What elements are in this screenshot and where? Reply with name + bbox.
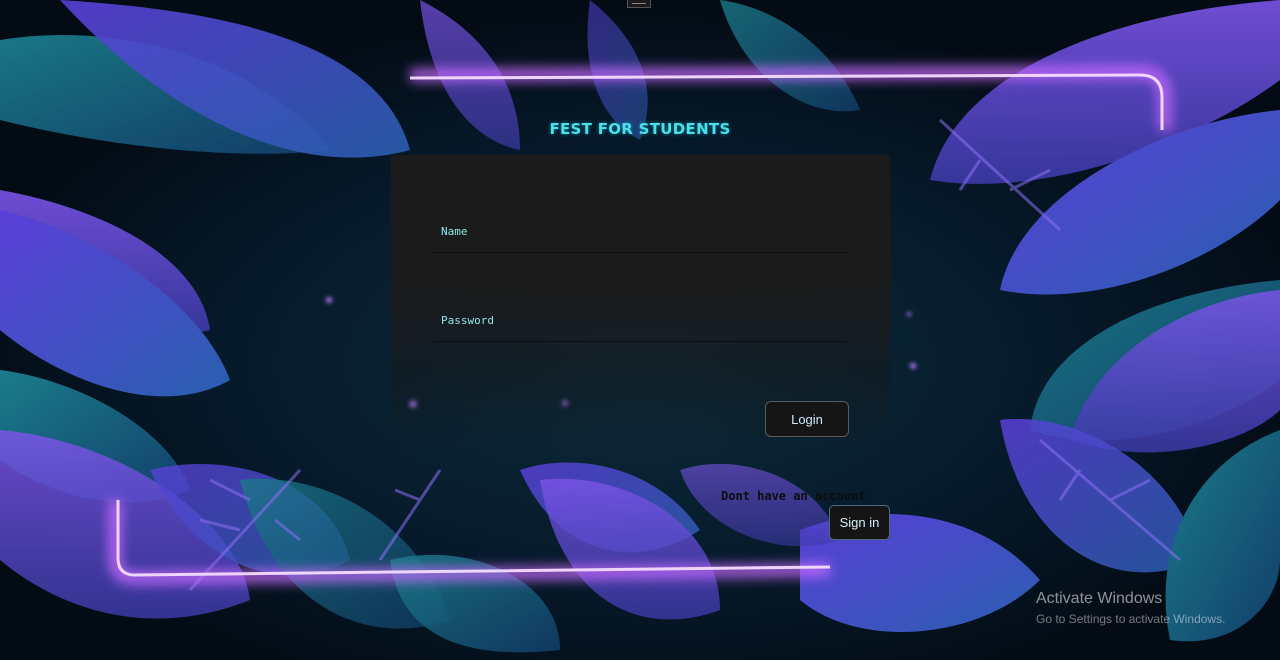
top-drag-handle[interactable] <box>627 0 651 8</box>
name-field-label: Name <box>441 225 468 238</box>
sign-in-button[interactable]: Sign in <box>829 505 890 540</box>
password-field[interactable]: Password <box>433 304 847 342</box>
login-button[interactable]: Login <box>765 401 849 437</box>
signup-prompt-text: Dont have an account <box>721 489 866 503</box>
app-title: FEST FOR STUDENTS <box>549 120 731 138</box>
activate-windows-title: Activate Windows <box>1036 590 1163 607</box>
login-card: Name Password Login <box>391 155 890 450</box>
password-field-label: Password <box>441 314 494 327</box>
activate-windows-subtitle: Go to Settings to activate Windows. <box>1036 612 1226 626</box>
name-field[interactable]: Name <box>433 215 847 253</box>
